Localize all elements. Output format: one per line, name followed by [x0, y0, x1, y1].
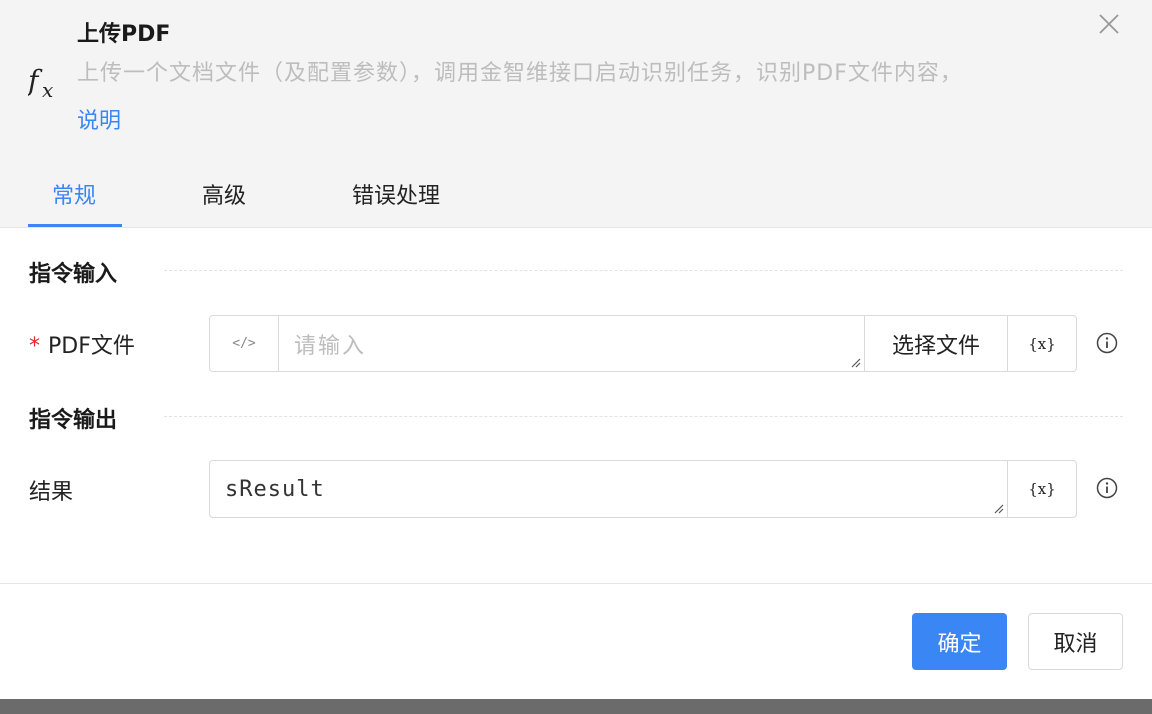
result-value: sResult [225, 476, 325, 502]
required-mark: * [29, 334, 40, 359]
function-icon: f x [28, 64, 53, 100]
footer-divider [0, 583, 1152, 584]
resize-handle-icon[interactable] [992, 502, 1004, 514]
section-title-output: 指令输出 [29, 408, 118, 433]
help-link[interactable]: 说明 [77, 103, 121, 135]
cancel-button[interactable]: 取消 [1028, 613, 1123, 670]
variable-button[interactable]: {x} [1007, 316, 1076, 371]
tab-error-handling[interactable]: 错误处理 [352, 178, 440, 210]
select-file-button[interactable]: 选择文件 [864, 316, 1007, 371]
result-label: 结果 [29, 480, 74, 505]
info-icon[interactable] [1096, 332, 1118, 354]
confirm-button[interactable]: 确定 [912, 613, 1007, 670]
info-icon[interactable] [1096, 477, 1118, 499]
section-title-input: 指令输入 [29, 262, 118, 287]
result-input-group: sResult {x} [209, 460, 1077, 518]
svg-text:f: f [28, 64, 43, 97]
dialog-title: 上传PDF [77, 22, 171, 47]
pdf-file-label-text: PDF文件 [48, 334, 135, 359]
section-divider [164, 416, 1123, 417]
plugin-config-dialog: f x 上传PDF 上传一个文档文件（及配置参数），调用金智维接口启动识别任务，… [0, 0, 1152, 699]
dialog-header: f x 上传PDF 上传一个文档文件（及配置参数），调用金智维接口启动识别任务，… [0, 0, 1152, 228]
pdf-file-input-group: </> 请输入 选择文件 {x} [209, 315, 1077, 372]
close-icon[interactable] [1097, 12, 1121, 36]
active-tab-indicator [28, 224, 122, 227]
dialog-description: 上传一个文档文件（及配置参数），调用金智维接口启动识别任务，识别PDF文件内容， [77, 61, 963, 86]
variable-button[interactable]: {x} [1007, 461, 1076, 517]
pdf-file-input[interactable]: 请输入 [279, 316, 864, 371]
pdf-file-placeholder: 请输入 [294, 333, 367, 359]
tab-general[interactable]: 常规 [52, 178, 96, 210]
tab-bar: 常规 高级 错误处理 [0, 168, 600, 228]
tab-advanced[interactable]: 高级 [202, 178, 246, 210]
section-divider [164, 270, 1123, 271]
pdf-file-label: * PDF文件 [29, 328, 135, 360]
result-input[interactable]: sResult [210, 461, 1007, 517]
code-mode-toggle[interactable]: </> [210, 316, 279, 371]
resize-handle-icon[interactable] [849, 356, 861, 368]
svg-text:x: x [42, 78, 53, 100]
